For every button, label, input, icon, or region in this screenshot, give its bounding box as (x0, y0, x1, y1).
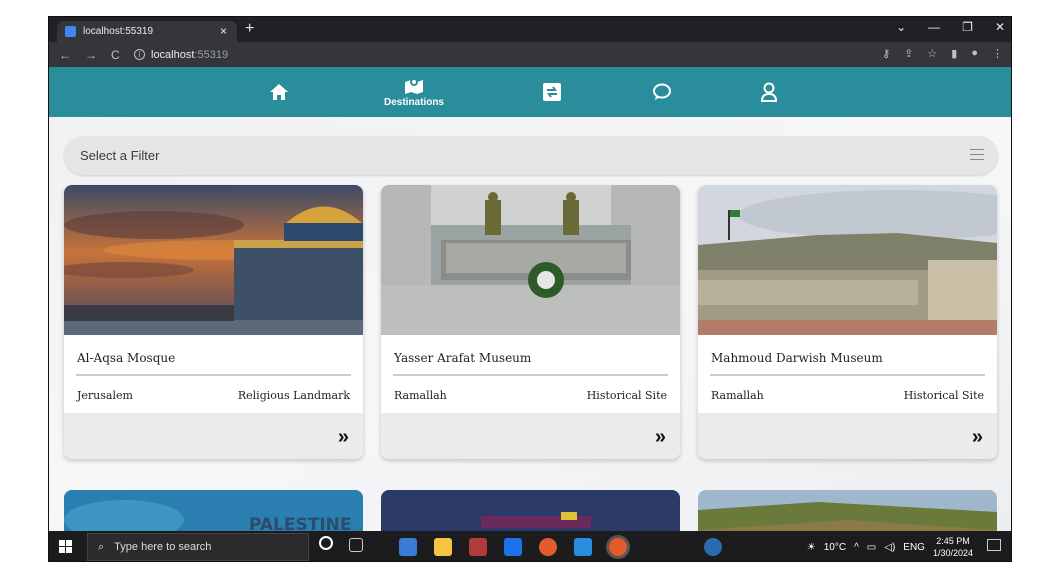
card-title: Yasser Arafat Museum (394, 351, 532, 365)
url-host: localhost (151, 48, 195, 61)
app-navbar: Destinations (49, 67, 1011, 117)
clock-time: 2:45 PM (936, 536, 970, 546)
weather-temp: 10°C (823, 541, 847, 553)
destination-card[interactable]: Al-Aqsa Mosque Jerusalem Religious Landm… (64, 185, 363, 459)
browser-tab[interactable]: localhost:55319 × (57, 21, 237, 42)
card-city: Jerusalem (77, 389, 133, 402)
chevron-right-double-icon[interactable]: » (655, 426, 666, 449)
divider (393, 374, 668, 376)
card-title: Mahmoud Darwish Museum (711, 351, 883, 365)
help-icon[interactable] (704, 538, 722, 556)
mail-icon[interactable] (504, 538, 522, 556)
home-icon (270, 84, 288, 100)
destination-card[interactable]: Yasser Arafat Museum Ramallah Historical… (381, 185, 680, 459)
tab-title: localhost:55319 (83, 26, 154, 37)
card-city: Ramallah (394, 389, 447, 402)
app-icon[interactable] (469, 538, 487, 556)
address-bar: ← → C i localhost:55319 ⚷ ⇪ ☆ ▮ ● ⋮ (49, 42, 1011, 67)
card-type: Religious Landmark (237, 389, 350, 402)
card-footer (64, 413, 363, 459)
card-title: Al-Aqsa Mosque (77, 351, 176, 365)
destination-card-partial[interactable] (381, 490, 680, 531)
minimize-button[interactable]: — (928, 20, 940, 34)
chevron-right-double-icon[interactable]: » (338, 426, 349, 449)
app-icon[interactable] (399, 538, 417, 556)
file-explorer-icon[interactable] (434, 538, 452, 556)
weather-icon[interactable]: ☀ (807, 542, 816, 553)
filter-placeholder: Select a Filter (80, 148, 160, 163)
reload-icon[interactable]: C (111, 48, 120, 62)
window-controls: ⌄ — ❐ ✕ (896, 20, 1005, 34)
clock[interactable]: 2:45 PM 1/30/2024 (933, 535, 973, 559)
cortana-icon[interactable] (319, 536, 333, 550)
exchange-icon (543, 83, 561, 101)
favicon-icon (65, 26, 76, 37)
volume-icon[interactable]: ◁) (884, 542, 895, 553)
list-menu-icon[interactable] (970, 149, 984, 164)
user-icon (760, 82, 778, 102)
card-type: Historical Site (586, 389, 667, 402)
profile-icon[interactable]: ● (971, 47, 978, 60)
map-pin-icon (405, 78, 423, 94)
nav-chat[interactable] (622, 67, 702, 117)
close-window-button[interactable]: ✕ (995, 20, 1005, 34)
destination-card-partial[interactable]: PALESTINE (64, 490, 363, 531)
nav-exchange[interactable] (512, 67, 592, 117)
share-icon[interactable]: ⇪ (904, 47, 913, 60)
tab-strip: localhost:55319 × + ⌄ — ❐ ✕ (49, 17, 1011, 42)
back-icon[interactable]: ← (59, 48, 71, 62)
vscode-icon[interactable] (574, 538, 592, 556)
windows-taskbar: ⌕ Type here to search ☀ 10°C ^ ▭ ◁) ENG … (49, 531, 1011, 561)
card-photo (64, 185, 363, 335)
close-tab-button[interactable]: × (220, 24, 227, 38)
palestine-overlay-text: PALESTINE (249, 515, 352, 531)
windows-start-icon[interactable] (59, 540, 73, 554)
bookmark-star-icon[interactable]: ☆ (927, 47, 937, 60)
main-content: Select a Filter Al-Aqsa Mosque Jerusalem… (49, 117, 1011, 531)
nav-home[interactable] (239, 67, 319, 117)
browser-window: localhost:55319 × + ⌄ — ❐ ✕ ← → C i loca… (48, 16, 1012, 562)
card-city: Ramallah (711, 389, 764, 402)
key-icon[interactable]: ⚷ (882, 47, 890, 60)
destination-card-partial[interactable] (698, 490, 997, 531)
card-photo (381, 185, 680, 335)
system-tray: ☀ 10°C ^ ▭ ◁) ENG 2:45 PM 1/30/2024 (807, 535, 973, 559)
nav-destinations-label: Destinations (383, 97, 444, 108)
language-indicator[interactable]: ENG (903, 542, 925, 553)
card-type: Historical Site (903, 389, 984, 402)
filter-select[interactable]: Select a Filter (64, 136, 998, 175)
chrome-active-icon[interactable] (609, 538, 627, 556)
nav-destinations[interactable]: Destinations (374, 67, 454, 117)
notifications-icon[interactable] (987, 539, 1001, 551)
url-input[interactable]: i localhost:55319 (134, 45, 854, 64)
chevron-right-double-icon[interactable]: » (972, 426, 983, 449)
destination-card[interactable]: Mahmoud Darwish Museum Ramallah Historic… (698, 185, 997, 459)
search-placeholder: Type here to search (114, 541, 212, 553)
taskbar-search-input[interactable]: ⌕ Type here to search (87, 533, 309, 561)
clock-date: 1/30/2024 (932, 548, 973, 558)
card-photo (698, 185, 997, 335)
search-icon: ⌕ (98, 540, 105, 553)
chat-bubble-icon (653, 83, 671, 100)
chrome-icon[interactable] (539, 538, 557, 556)
url-port: :55319 (194, 48, 229, 61)
divider (710, 374, 985, 376)
new-tab-button[interactable]: + (245, 20, 254, 38)
side-panel-icon[interactable]: ▮ (951, 47, 957, 60)
kebab-menu-icon[interactable]: ⋮ (992, 47, 1003, 60)
task-view-icon[interactable] (349, 538, 363, 552)
nav-profile[interactable] (729, 67, 809, 117)
tray-overflow-icon[interactable]: ^ (854, 542, 859, 553)
card-footer (698, 413, 997, 459)
divider (76, 374, 351, 376)
tab-search-button[interactable]: ⌄ (896, 20, 906, 34)
forward-icon[interactable]: → (85, 48, 97, 62)
card-footer (381, 413, 680, 459)
network-icon[interactable]: ▭ (867, 542, 876, 553)
site-info-icon[interactable]: i (134, 49, 145, 60)
restore-button[interactable]: ❐ (962, 20, 973, 34)
